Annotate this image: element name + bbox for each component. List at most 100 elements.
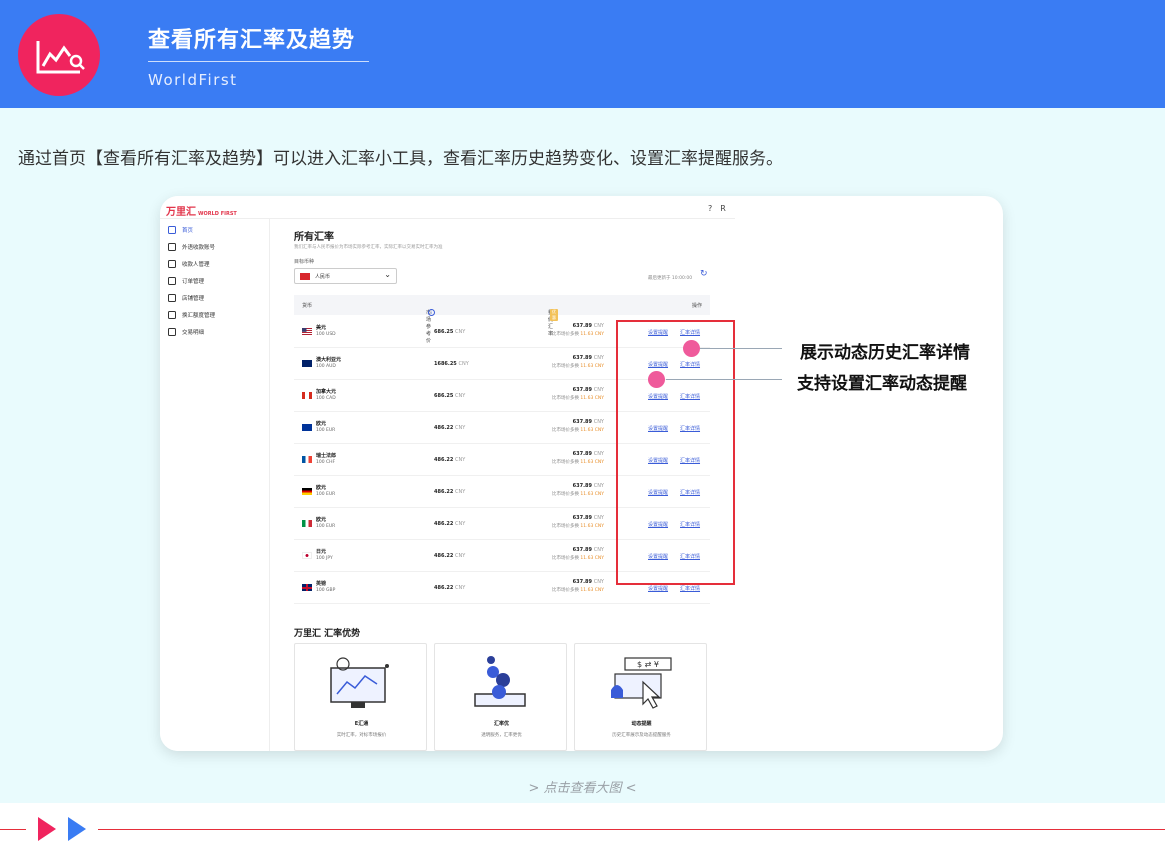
last-updated: 最后更新于 10:00:00 — [648, 276, 693, 281]
currency-amount: 100 JPY — [316, 556, 333, 561]
bell-alert-icon: $ ⇄ ¥ — [611, 657, 672, 709]
ca-flag-icon — [302, 392, 312, 399]
store-icon — [168, 294, 176, 302]
table-header: 货币 市场参考价i 我们汇率优惠 操作 — [294, 295, 710, 344]
title-divider — [148, 61, 369, 62]
market-rate: 686.25 CNY — [434, 329, 466, 335]
market-rate: 486.22 CNY — [434, 521, 466, 527]
page-title: 查看所有汇率及趋势 — [148, 28, 356, 53]
market-rate: 486.22 CNY — [434, 425, 466, 431]
currency-amount: 100 CAD — [316, 396, 336, 401]
chevron-down-icon: ⌄ — [384, 270, 391, 279]
fr-flag-icon — [302, 456, 312, 463]
sidebar-item-transactions[interactable]: 交易明细 — [168, 328, 204, 336]
currency-name: 澳大利亚元 — [316, 357, 342, 363]
currency-name: 加拿大元 — [316, 389, 337, 395]
footer-line-right — [98, 829, 1165, 830]
our-rate: 637.89 CNY — [572, 579, 604, 585]
advantages-title: 万里汇 汇率优势 — [294, 629, 361, 639]
market-rate: 486.22 CNY — [434, 553, 466, 559]
pointer-dot-2 — [648, 371, 665, 388]
info-icon[interactable]: i — [428, 309, 435, 316]
currency-name: 欧元 — [316, 421, 327, 427]
cn-flag-icon — [300, 273, 310, 280]
our-rate: 637.89 CNY — [572, 387, 604, 393]
our-rate: 637.89 CNY — [572, 515, 604, 521]
list-icon — [168, 277, 176, 285]
header-banner: 查看所有汇率及趋势 WorldFirst — [0, 0, 1165, 108]
sidebar-item-orders[interactable]: 订单管理 — [168, 277, 204, 285]
advantage-card: $ ⇄ ¥ 动态提醒 历史汇率展示及动态提醒服务 — [574, 643, 707, 751]
highlight-box — [616, 320, 735, 585]
sidebar-item-home[interactable]: 首页 — [168, 226, 193, 234]
saving-text: 比市场价多换 11.63 CNY — [551, 492, 604, 497]
de-flag-icon — [302, 488, 312, 495]
currency-name: 英镑 — [316, 581, 327, 587]
doc-icon — [168, 328, 176, 336]
jp-flag-icon — [302, 552, 312, 559]
sidebar-item-exchange[interactable]: 换汇额度管理 — [168, 311, 215, 319]
saving-text: 比市场价多换 11.63 CNY — [551, 428, 604, 433]
rates-desc: 我们汇率与人民币报价为市场实际参考汇率，实际汇率以交易实时汇率为准 — [294, 245, 443, 250]
sidebar-item-accounts[interactable]: 外语收款账号 — [168, 243, 215, 251]
market-rate: 486.22 CNY — [434, 489, 466, 495]
currency-amount: 100 EUR — [316, 428, 336, 433]
our-rate: 637.89 CNY — [572, 355, 604, 361]
sidebar-item-stores[interactable]: 店铺管理 — [168, 294, 204, 302]
leader-line-1 — [700, 348, 782, 349]
currency-amount: 100 AUD — [316, 364, 336, 369]
view-large-image-link[interactable]: > 点击查看大图 < — [0, 777, 1165, 796]
saving-text: 比市场价多换 11.63 CNY — [551, 396, 604, 401]
app-brand: 万里汇 WORLD FIRST — [166, 207, 237, 218]
gb-flag-icon — [302, 584, 312, 591]
sidebar: 首页 外语收款账号 收款人管理 订单管理 店铺管理 换汇额度管理 交易明细 — [160, 219, 270, 751]
saving-text: 比市场价多换 11.63 CNY — [551, 524, 604, 529]
currency-amount: 100 CHF — [316, 460, 336, 465]
svg-text:$ ⇄ ¥: $ ⇄ ¥ — [637, 660, 659, 669]
market-rate: 686.25 CNY — [434, 393, 466, 399]
help-icon[interactable]: ? — [708, 204, 712, 213]
leader-line-2 — [666, 379, 782, 380]
refresh-icon[interactable]: ↻ — [700, 269, 708, 279]
page-subtitle: WorldFirst — [148, 71, 238, 89]
currency-name: 欧元 — [316, 485, 327, 491]
arrow-right-icon — [38, 817, 56, 841]
it-flag-icon — [302, 520, 312, 527]
eu-flag-icon — [302, 424, 312, 431]
top-icons: ? R — [700, 204, 726, 213]
coins-icon — [474, 656, 526, 707]
currency-name: 欧元 — [316, 517, 327, 523]
our-rate: 637.89 CNY — [572, 483, 604, 489]
user-icon[interactable]: R — [720, 204, 726, 213]
currency-label: 目标币种 — [294, 259, 315, 265]
us-flag-icon — [302, 328, 312, 335]
home-icon — [168, 226, 176, 234]
advantage-card: 汇率优 透明服务，汇率更优 — [434, 643, 567, 751]
saving-text: 比市场价多换 11.63 CNY — [551, 364, 604, 369]
sidebar-item-payees[interactable]: 收款人管理 — [168, 260, 210, 268]
au-flag-icon — [302, 360, 312, 367]
saving-text: 比市场价多换 11.63 CNY — [551, 332, 604, 337]
our-rate: 637.89 CNY — [572, 547, 604, 553]
currency-amount: 100 EUR — [316, 492, 336, 497]
currency-amount: 100 GBP — [316, 588, 336, 593]
rate-detail-link[interactable]: 汇率详情 — [680, 585, 700, 592]
currency-name: 瑞士法郎 — [316, 453, 337, 459]
currency-select[interactable]: 人民币 ⌄ — [294, 268, 397, 284]
saving-text: 比市场价多换 11.63 CNY — [551, 556, 604, 561]
pointer-dot-1 — [683, 340, 700, 357]
advantage-card: E汇通 实时汇率，对标市场报价 — [294, 643, 427, 751]
screenshot-card[interactable]: 万里汇 WORLD FIRST ? R 首页 外语收款账号 收款人管理 订单管理 店… — [160, 196, 1003, 751]
user-icon — [168, 260, 176, 268]
callout-history-detail: 展示动态历史汇率详情 — [800, 343, 970, 363]
our-rate: 637.89 CNY — [572, 323, 604, 329]
saving-text: 比市场价多换 11.63 CNY — [551, 460, 604, 465]
footer-line-left — [0, 829, 26, 830]
callout-rate-alert: 支持设置汇率动态提醒 — [797, 374, 967, 394]
currency-amount: 100 USD — [316, 332, 336, 337]
set-alert-link[interactable]: 设置提醒 — [648, 585, 668, 592]
market-rate: 486.22 CNY — [434, 585, 466, 591]
bank-icon — [168, 243, 176, 251]
rates-title: 所有汇率 — [294, 232, 334, 243]
our-rate: 637.89 CNY — [572, 419, 604, 425]
